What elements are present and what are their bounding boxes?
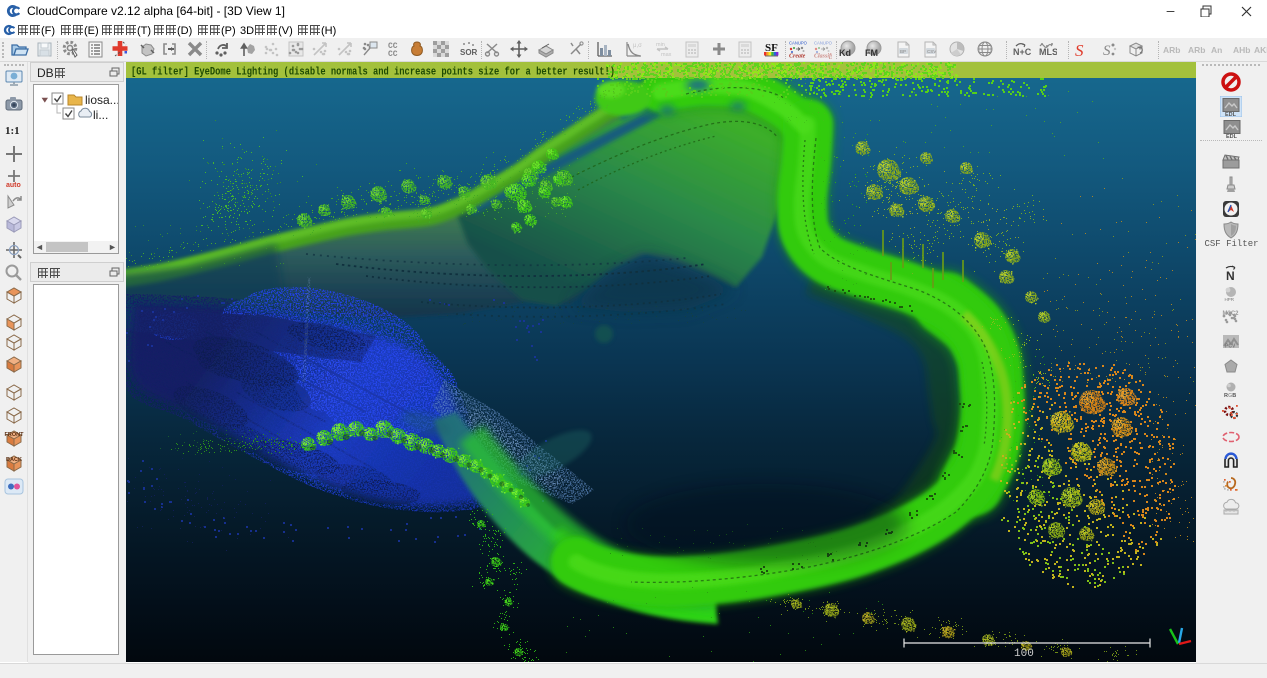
svg-text:CANUPO: CANUPO	[814, 41, 832, 46]
svg-text:An: An	[1211, 45, 1222, 55]
svg-text:BACK: BACK	[6, 457, 22, 463]
svg-text:N+C: N+C	[1013, 47, 1031, 57]
svg-text:HPR: HPR	[1225, 297, 1235, 302]
svg-text:CANUPO: CANUPO	[789, 41, 807, 46]
svg-text:N: N	[1226, 269, 1235, 283]
svg-text:max: max	[661, 52, 672, 58]
svg-text:PCV: PCV	[1225, 344, 1236, 350]
svg-text:Classify: Classify	[814, 54, 832, 60]
svg-text:μ,σ: μ,σ	[633, 43, 642, 49]
svg-text:CC: CC	[388, 50, 398, 59]
svg-text:AKb: AKb	[1254, 45, 1267, 55]
svg-text:Create: Create	[789, 54, 806, 60]
svg-text:BP: BP	[900, 49, 906, 54]
svg-text:FM: FM	[865, 48, 878, 58]
svg-text:S: S	[1075, 41, 1084, 59]
svg-text:Kd: Kd	[839, 48, 851, 58]
svg-text:FRONT: FRONT	[5, 432, 24, 438]
svg-text:S: S	[1103, 43, 1111, 59]
svg-text:ARb: ARb	[1188, 45, 1205, 55]
svg-text:1:1: 1:1	[5, 125, 20, 137]
svg-text:auto: auto	[6, 182, 21, 189]
svg-text:CSV: CSV	[927, 49, 936, 54]
svg-text:min: min	[656, 42, 665, 48]
svg-text:li...: li...	[93, 108, 108, 122]
svg-text:[GL filter] EyeDome Lighting (: [GL filter] EyeDome Lighting (disable no…	[131, 67, 615, 79]
svg-text:MLS: MLS	[1039, 47, 1057, 57]
svg-text:AHb: AHb	[1233, 45, 1250, 55]
svg-text:liosa...: liosa...	[85, 93, 118, 107]
svg-text:RGB: RGB	[1224, 393, 1236, 399]
svg-text:SOR: SOR	[460, 48, 478, 57]
svg-text:EDL: EDL	[1225, 112, 1237, 117]
svg-text:ARb: ARb	[1163, 45, 1180, 55]
svg-text:100: 100	[1014, 648, 1034, 660]
